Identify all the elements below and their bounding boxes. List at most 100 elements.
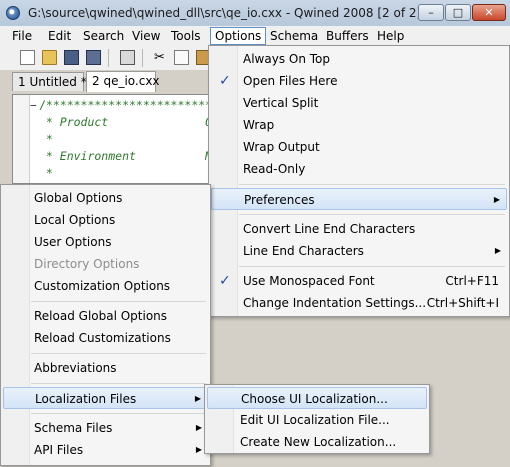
menu-item-wrap-output[interactable]: Wrap Output [211,136,507,158]
menu-separator [31,353,206,354]
menu-item-local-options[interactable]: Local Options [3,209,208,231]
maximize-button[interactable]: □ [445,4,471,21]
minimize-button[interactable]: – [418,4,444,21]
menu-help[interactable]: Help [373,28,408,44]
submenu-arrow-icon: ▶ [195,423,202,432]
menu-item-open-files-here[interactable]: ✓ Open Files Here [211,70,507,92]
save-all-icon[interactable] [86,50,101,65]
cut-icon[interactable]: ✂ [152,50,167,65]
menu-item-vertical-split[interactable]: Vertical Split [211,92,507,114]
menu-item-convert-line-end[interactable]: Convert Line End Characters [211,218,507,240]
menu-item-preferences[interactable]: Preferences ▶ [211,188,507,210]
menu-item-label: Reload Customizations [34,331,171,345]
code-line: * [39,166,53,180]
menu-item-label: Customization Options [34,279,171,293]
menu-item-label: Edit UI Localization File... [240,413,390,427]
new-file-icon[interactable] [20,50,35,65]
menu-item-indentation-settings[interactable]: Change Indentation Settings... Ctrl+Shift… [211,292,507,314]
menu-item-read-only[interactable]: Read-Only [211,158,507,180]
menu-separator [31,413,206,414]
menu-separator [239,266,505,267]
tab-label: 2 qe_io.cxx [92,74,160,88]
menu-options[interactable]: Options [210,27,267,45]
menu-bar: File Edit Search View Tools Options Sche… [0,26,510,46]
menu-item-monospaced-font[interactable]: ✓ Use Monospaced Font Ctrl+F11 [211,270,507,292]
code-line: * Product QW [39,115,212,129]
code-line: /*************************** [39,98,211,112]
submenu-arrow-icon: ▶ [494,246,501,255]
checkmark-icon: ✓ [219,73,231,89]
menu-item-directory-options: Directory Options [3,253,208,275]
menu-item-label: Schema Files [34,421,113,435]
menu-tools[interactable]: Tools [167,28,205,44]
menu-buffers[interactable]: Buffers [322,28,373,44]
menu-item-customization-options[interactable]: Customization Options [3,275,208,297]
submenu-arrow-icon: ▶ [195,445,202,454]
menu-file[interactable]: File [8,28,36,44]
menu-item-edit-ui-localization[interactable]: Edit UI Localization File... [207,409,427,431]
menu-item-label: Abbreviations [34,361,117,375]
menu-edit[interactable]: Edit [44,28,75,44]
menu-item-line-end-characters[interactable]: Line End Characters ▶ [211,240,507,262]
close-button[interactable]: ✕ [472,4,506,21]
app-icon [6,6,20,20]
editor-gutter [13,95,30,183]
submenu-arrow-icon: ▶ [194,394,201,403]
menu-item-always-on-top[interactable]: Always On Top [211,48,507,70]
menu-item-shortcut: Ctrl+F11 [445,274,499,288]
menu-item-schema-files[interactable]: Schema Files ▶ [3,417,208,439]
tab-untitled[interactable]: 1 Untitled * [12,72,87,91]
tab-strip: 1 Untitled * 2 qe_io.cxx [0,70,228,92]
menu-item-label: Change Indentation Settings... [243,296,427,310]
preferences-menu: Global Options Local Options User Option… [0,184,211,466]
menu-item-global-options[interactable]: Global Options [3,187,208,209]
menu-view[interactable]: View [128,28,164,44]
checkmark-icon: ✓ [219,273,231,289]
menu-item-label: Create New Localization... [240,435,397,449]
menu-item-label: API Files [34,443,84,457]
open-folder-icon[interactable] [42,50,57,65]
tab-label: 1 Untitled * [18,75,87,89]
close-icon: ✕ [484,6,494,19]
menu-item-label: Line End Characters [243,244,364,258]
menu-item-label: Vertical Split [243,96,319,110]
menu-item-label: Directory Options [34,257,140,271]
menu-item-api-files[interactable]: API Files ▶ [3,439,208,461]
menu-item-label: Preferences [244,193,315,207]
menu-item-user-options[interactable]: User Options [3,231,208,253]
code-line: * Environment Mi [39,149,212,163]
minimize-icon: – [428,6,434,19]
menu-item-wrap[interactable]: Wrap [211,114,507,136]
toolbar-separator [142,49,143,67]
menu-item-label: User Options [34,235,112,249]
menu-item-choose-ui-localization[interactable]: Choose UI Localization... [207,387,427,409]
menu-separator [31,383,206,384]
menu-item-reload-customizations[interactable]: Reload Customizations [3,327,208,349]
tab-qe-io[interactable]: 2 qe_io.cxx [86,71,160,92]
menu-item-label: Localization Files [35,392,137,406]
code-line: * [39,132,53,146]
menu-item-create-new-localization[interactable]: Create New Localization... [207,431,427,453]
menu-item-label: Choose UI Localization... [241,392,388,406]
menu-separator [31,301,206,302]
menu-search[interactable]: Search [79,28,128,44]
menu-item-reload-global-options[interactable]: Reload Global Options [3,305,208,327]
menu-item-label: Global Options [34,191,123,205]
code-editor[interactable]: − /*************************** * Product… [12,94,212,184]
print-icon[interactable] [120,50,135,65]
menu-item-localization-files[interactable]: Localization Files ▶ [3,387,208,409]
fold-marker[interactable]: − [30,99,37,112]
save-icon[interactable] [64,50,79,65]
menu-separator [239,184,505,185]
menu-schema[interactable]: Schema [266,28,322,44]
menu-item-abbreviations[interactable]: Abbreviations [3,357,208,379]
menu-item-label: Wrap Output [243,140,320,154]
menu-item-shortcut: Ctrl+Shift+I [426,296,499,310]
copy-icon[interactable] [174,50,189,65]
menu-separator [239,214,505,215]
title-bar: G:\source\qwined\qwined_dll\src\qe_io.cx… [0,0,510,27]
menu-item-label: Read-Only [243,162,306,176]
menu-item-label: Wrap [243,118,275,132]
menu-item-label: Reload Global Options [34,309,168,323]
maximize-icon: □ [452,6,464,19]
